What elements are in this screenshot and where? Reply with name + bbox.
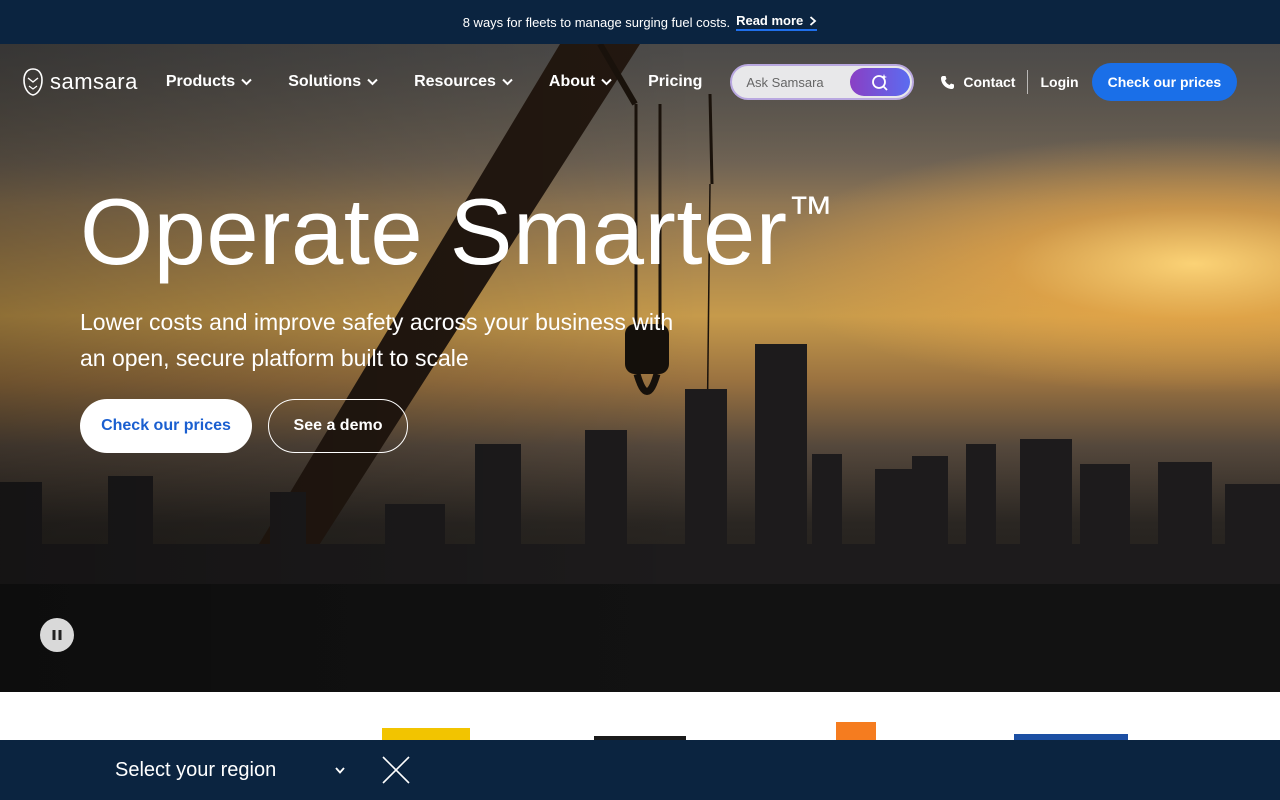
samsara-logo[interactable]: samsara bbox=[22, 67, 138, 97]
pause-icon bbox=[52, 630, 62, 640]
login-link[interactable]: Login bbox=[1040, 74, 1078, 90]
nav-divider bbox=[1027, 70, 1029, 94]
nav-item-label: Pricing bbox=[648, 73, 703, 90]
chevron-down-icon bbox=[335, 766, 345, 774]
chevron-down-icon bbox=[241, 78, 252, 86]
customer-logos-strip bbox=[0, 692, 1280, 740]
headline-text: Operate Smarter bbox=[80, 179, 788, 284]
hero-check-prices-button[interactable]: Check our prices bbox=[80, 399, 252, 453]
region-bar: Select your region bbox=[0, 740, 1280, 800]
nav-check-prices-button[interactable]: Check our prices bbox=[1091, 63, 1238, 101]
samsara-logo-icon bbox=[23, 68, 43, 96]
announcement-text: 8 ways for fleets to manage surging fuel… bbox=[462, 14, 731, 30]
nav-item-pricing[interactable]: Pricing bbox=[648, 73, 702, 91]
announcement-bar: 8 ways for fleets to manage surging fuel… bbox=[0, 0, 1280, 44]
phone-icon bbox=[941, 75, 955, 89]
nav-item-products[interactable]: Products bbox=[166, 73, 252, 91]
chevron-right-icon bbox=[810, 15, 817, 26]
hero-subhead: Lower costs and improve safety across yo… bbox=[80, 309, 674, 371]
nav-item-label: About bbox=[548, 73, 596, 90]
nav-item-label: Solutions bbox=[288, 73, 362, 90]
brand-name: samsara bbox=[50, 69, 138, 94]
customer-logo bbox=[382, 728, 470, 740]
close-icon[interactable] bbox=[381, 755, 411, 785]
chevron-down-icon bbox=[601, 78, 612, 86]
region-select[interactable]: Select your region bbox=[115, 759, 345, 782]
main-navigation: samsara Products Solutions Resources Abo… bbox=[0, 44, 1280, 120]
nav-item-solutions[interactable]: Solutions bbox=[288, 73, 378, 91]
customer-logo bbox=[836, 722, 876, 740]
hero-headline: Operate Smarter™ bbox=[80, 180, 834, 283]
nav-menu: Products Solutions Resources About Prici… bbox=[166, 73, 731, 91]
see-demo-button[interactable]: See a demo bbox=[268, 399, 408, 453]
search-sparkle-icon bbox=[872, 74, 888, 91]
trademark-symbol: ™ bbox=[787, 186, 835, 238]
region-select-label: Select your region bbox=[115, 758, 277, 781]
read-more-label: Read more bbox=[736, 13, 804, 28]
nav-item-about[interactable]: About bbox=[549, 73, 612, 91]
nav-item-label: Resources bbox=[414, 73, 496, 90]
nav-item-label: Products bbox=[165, 73, 236, 90]
pause-video-button[interactable] bbox=[40, 618, 74, 652]
search-input[interactable] bbox=[746, 74, 857, 90]
contact-label: Contact bbox=[963, 74, 1016, 90]
read-more-link[interactable]: Read more bbox=[736, 13, 818, 31]
chevron-down-icon bbox=[502, 78, 513, 86]
contact-link[interactable]: Contact bbox=[940, 74, 1015, 90]
search-button[interactable] bbox=[850, 68, 911, 96]
nav-item-resources[interactable]: Resources bbox=[414, 73, 513, 91]
chevron-down-icon bbox=[367, 78, 378, 86]
search-box[interactable] bbox=[730, 64, 915, 100]
